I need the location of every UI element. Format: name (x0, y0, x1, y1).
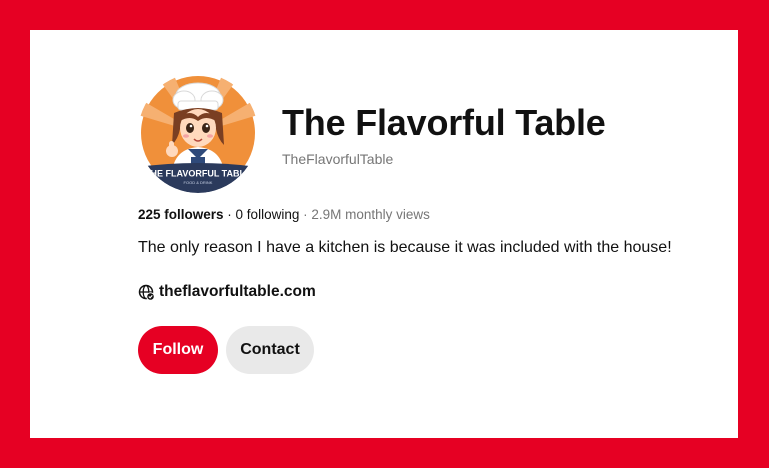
stats-separator: · (299, 207, 312, 222)
avatar-banner-text: THE FLAVORFUL TABLE (145, 169, 251, 179)
profile-frame: THE FLAVORFUL TABLE FOOD & DRINK The Fla… (0, 0, 769, 468)
follow-button[interactable]: Follow (138, 326, 218, 374)
website-url[interactable]: theflavorfultable.com (159, 283, 316, 301)
chef-avatar-image: THE FLAVORFUL TABLE FOOD & DRINK (138, 73, 258, 193)
globe-verified-icon (138, 284, 155, 301)
profile-card: THE FLAVORFUL TABLE FOOD & DRINK The Fla… (30, 30, 738, 438)
avatar[interactable]: THE FLAVORFUL TABLE FOOD & DRINK (138, 73, 258, 193)
profile-handle: TheFlavorfulTable (282, 151, 394, 167)
website-link[interactable]: theflavorfultable.com (138, 283, 316, 301)
contact-button[interactable]: Contact (226, 326, 314, 374)
avatar-banner-subtext: FOOD & DRINK (184, 180, 213, 185)
followers-count[interactable]: 225 followers (138, 207, 224, 222)
profile-name: The Flavorful Table (282, 102, 606, 143)
following-count[interactable]: 0 following (236, 207, 300, 222)
stats-separator: · (223, 207, 236, 222)
profile-bio: The only reason I have a kitchen is beca… (138, 239, 672, 256)
monthly-views: 2.9M monthly views (311, 207, 430, 222)
profile-stats: 225 followers · 0 following · 2.9M month… (138, 207, 430, 222)
